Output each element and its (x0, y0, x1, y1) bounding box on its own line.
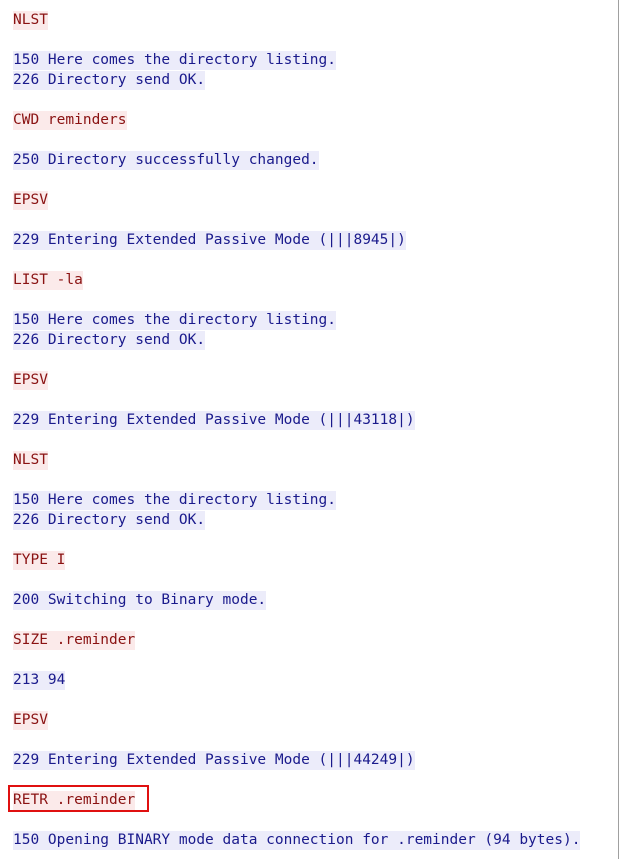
server-response: 229 Entering Extended Passive Mode (|||4… (13, 410, 618, 430)
stream-line: LIST -la (13, 270, 618, 290)
server-text: 213 94 (13, 671, 66, 690)
client-text: TYPE I (13, 551, 66, 570)
server-text: 226 Directory send OK. (13, 511, 206, 530)
server-response: 229 Entering Extended Passive Mode (|||8… (13, 230, 618, 250)
stream-line: 200 Switching to Binary mode. (13, 590, 618, 610)
server-text: 200 Switching to Binary mode. (13, 591, 267, 610)
server-text: 229 Entering Extended Passive Mode (|||4… (13, 751, 415, 770)
stream-line: CWD reminders (13, 110, 618, 130)
server-text: 150 Here comes the directory listing. (13, 491, 337, 510)
server-text: 229 Entering Extended Passive Mode (|||8… (13, 231, 406, 250)
client-text: SIZE .reminder (13, 631, 136, 650)
server-response: 150 Here comes the directory listing. 226… (13, 310, 618, 350)
stream-line: 229 Entering Extended Passive Mode (|||4… (13, 750, 618, 770)
stream-line: 229 Entering Extended Passive Mode (|||8… (13, 230, 618, 250)
stream-line: RETR .reminder (13, 790, 618, 810)
client-command: EPSV (13, 370, 618, 390)
server-response: 200 Switching to Binary mode. (13, 590, 618, 610)
follow-stream-pane: NLST 150 Here comes the directory listing… (0, 0, 619, 859)
server-response: 229 Entering Extended Passive Mode (|||4… (13, 750, 618, 770)
stream-line: NLST (13, 10, 618, 30)
client-text: LIST -la (13, 271, 83, 290)
stream-line: NLST (13, 450, 618, 470)
client-text: RETR .reminder (13, 791, 136, 810)
client-text: NLST (13, 11, 48, 30)
stream-line: 150 Opening BINARY mode data connection … (13, 830, 618, 850)
stream-line: 150 Here comes the directory listing. (13, 310, 618, 330)
stream-line: 213 94 (13, 670, 618, 690)
server-text: 150 Here comes the directory listing. (13, 311, 337, 330)
client-text: EPSV (13, 371, 48, 390)
server-response: 150 Here comes the directory listing. 226… (13, 490, 618, 530)
server-text: 229 Entering Extended Passive Mode (|||4… (13, 411, 415, 430)
server-response: 150 Here comes the directory listing. 226… (13, 50, 618, 90)
client-command: TYPE I (13, 550, 618, 570)
ftp-conversation: NLST 150 Here comes the directory listing… (13, 10, 618, 859)
client-text: EPSV (13, 711, 48, 730)
client-command: CWD reminders (13, 110, 618, 130)
stream-line: 150 Here comes the directory listing. (13, 50, 618, 70)
stream-line: TYPE I (13, 550, 618, 570)
client-text: NLST (13, 451, 48, 470)
stream-line: EPSV (13, 190, 618, 210)
client-command: NLST (13, 10, 618, 30)
stream-line: 150 Here comes the directory listing. (13, 490, 618, 510)
server-text: 250 Directory successfully changed. (13, 151, 319, 170)
client-command: EPSV (13, 190, 618, 210)
stream-line: 229 Entering Extended Passive Mode (|||4… (13, 410, 618, 430)
server-response: 213 94 (13, 670, 618, 690)
stream-line: 226 Directory send OK. (13, 330, 618, 350)
server-text: 226 Directory send OK. (13, 71, 206, 90)
stream-line: EPSV (13, 370, 618, 390)
server-text: 150 Here comes the directory listing. (13, 51, 337, 70)
server-response: 250 Directory successfully changed. (13, 150, 618, 170)
server-text: 150 Opening BINARY mode data connection … (13, 831, 581, 850)
client-command: RETR .reminder (13, 790, 618, 810)
server-text: 226 Directory send OK. (13, 331, 206, 350)
stream-line: SIZE .reminder (13, 630, 618, 650)
client-command: EPSV (13, 710, 618, 730)
client-text: EPSV (13, 191, 48, 210)
client-command: SIZE .reminder (13, 630, 618, 650)
stream-line: EPSV (13, 710, 618, 730)
client-text: CWD reminders (13, 111, 127, 130)
stream-line: 250 Directory successfully changed. (13, 150, 618, 170)
stream-line: 226 Directory send OK. (13, 510, 618, 530)
stream-line: 226 Directory send OK. (13, 70, 618, 90)
client-command: LIST -la (13, 270, 618, 290)
server-response: 150 Opening BINARY mode data connection … (13, 830, 618, 850)
client-command: NLST (13, 450, 618, 470)
